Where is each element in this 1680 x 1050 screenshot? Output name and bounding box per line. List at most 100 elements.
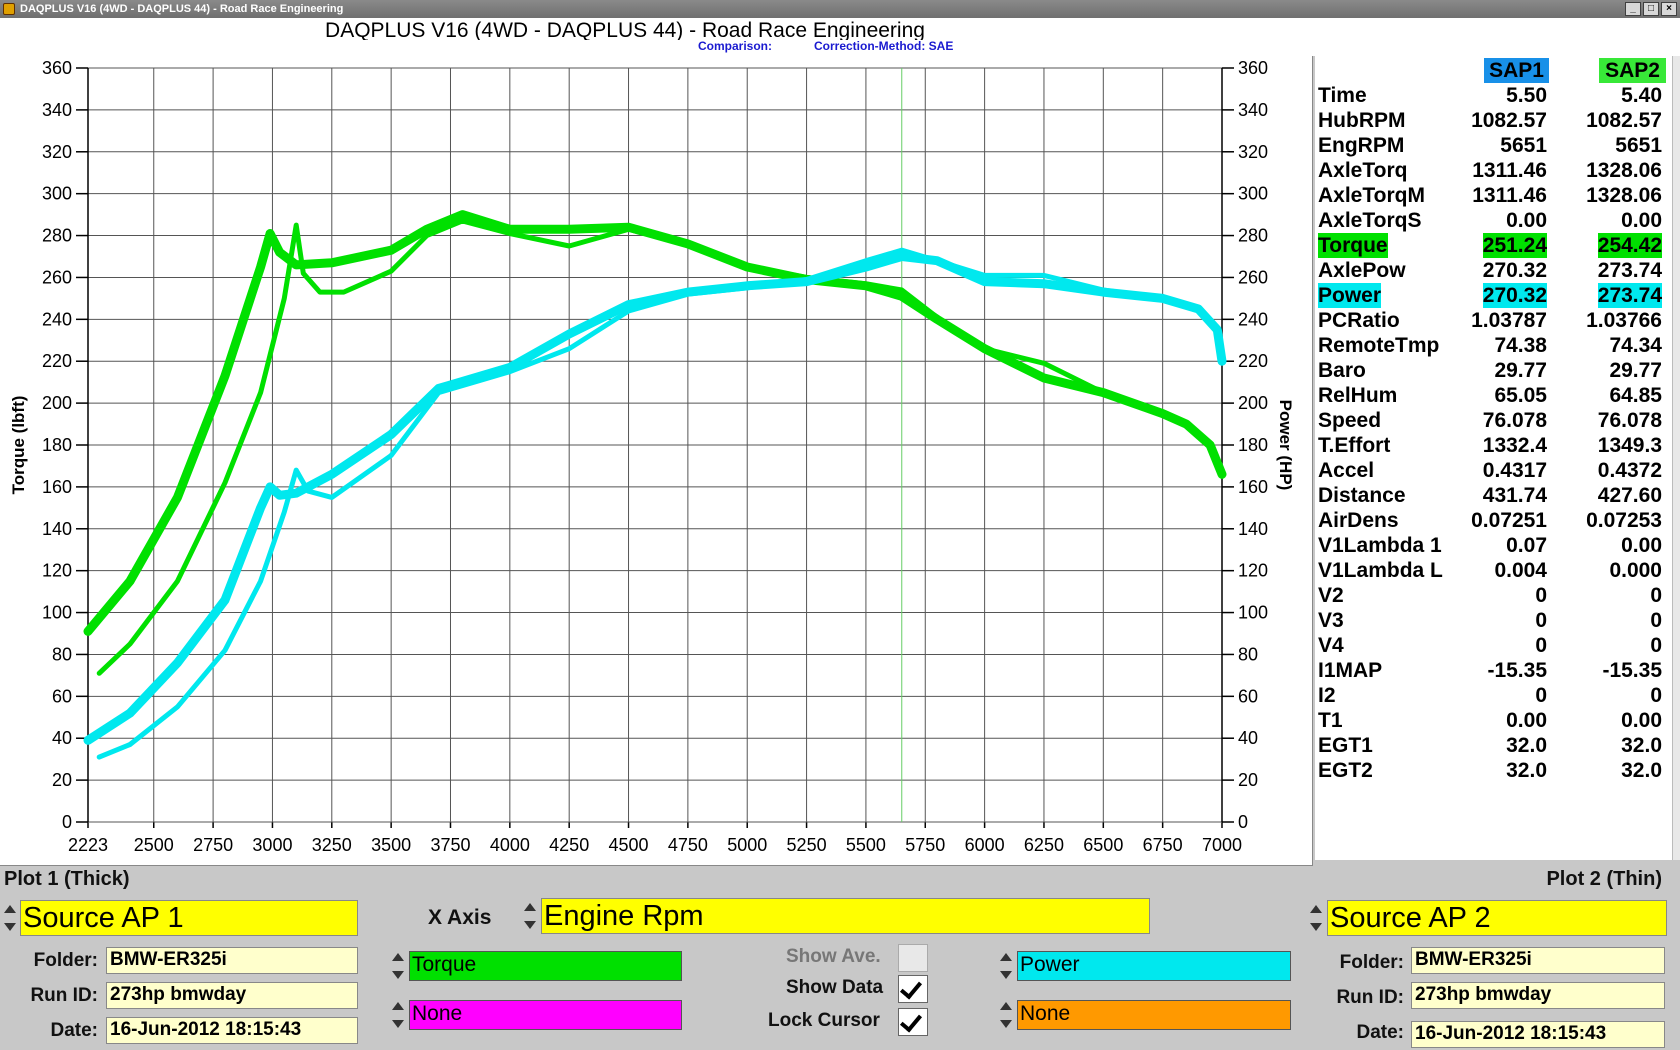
data-row-sap1-value: 1311.46 bbox=[1472, 159, 1547, 182]
sap1-header: SAP1 bbox=[1484, 58, 1549, 83]
data-row-label: AxlePow bbox=[1318, 259, 1406, 282]
y-tick-label-left: 140 bbox=[42, 519, 72, 539]
y-tick-label-left: 40 bbox=[52, 728, 72, 748]
data-row-sap2-value: 32.0 bbox=[1621, 759, 1662, 782]
x-tick-label: 6000 bbox=[965, 835, 1005, 855]
chan1a-spinner[interactable] bbox=[390, 950, 406, 982]
data-row-label: Accel bbox=[1318, 459, 1375, 482]
data-row-label: Torque bbox=[1318, 233, 1388, 258]
data-row: Accel 0.4317 0.4372 bbox=[1315, 458, 1680, 483]
plot1-channel1-select[interactable]: Torque bbox=[409, 951, 682, 981]
data-row-sap2-value: 1328.06 bbox=[1586, 159, 1662, 182]
plot2-channel2-select[interactable]: None bbox=[1017, 1000, 1291, 1030]
source2-field[interactable]: Source AP 2 bbox=[1327, 900, 1667, 936]
dyno-chart-panel[interactable]: 2223 2500 2750 3000 3250 3500 3750 4000 4250 4500… bbox=[0, 56, 1313, 866]
data-readout-panel: SAP1 SAP2 Time 5.50 5.40 HubRPM 1082.57 1082.… bbox=[1315, 56, 1680, 860]
x-tick-label: 3500 bbox=[371, 835, 411, 855]
y-tick-label-right: 280 bbox=[1238, 226, 1268, 246]
data-row: AxleTorqS 0.00 0.00 bbox=[1315, 208, 1680, 233]
data-row: V3 0 0 bbox=[1315, 608, 1680, 633]
y-tick-label-right: 220 bbox=[1238, 351, 1268, 371]
y-tick-label-right: 240 bbox=[1238, 309, 1268, 329]
data-row-sap2-value: 32.0 bbox=[1621, 734, 1662, 757]
source1-spinner[interactable] bbox=[2, 902, 18, 934]
y-axis-title-right: Power (HP) bbox=[1276, 400, 1295, 491]
y-tick-label-left: 60 bbox=[52, 686, 72, 706]
y-tick-label-left: 360 bbox=[42, 58, 72, 78]
data-row-sap1-value: 0.004 bbox=[1494, 559, 1547, 582]
folder-label-left: Folder: bbox=[33, 950, 98, 971]
source2-spinner[interactable] bbox=[1308, 902, 1324, 934]
data-row-sap1-value: 270.32 bbox=[1482, 283, 1547, 308]
data-row-sap2-value: 0 bbox=[1650, 609, 1662, 632]
x-tick-label: 3750 bbox=[430, 835, 470, 855]
minimize-button[interactable]: _ bbox=[1625, 2, 1641, 16]
data-row-sap1-value: 74.38 bbox=[1494, 334, 1547, 357]
report-header: DAQPLUS V16 (4WD - DAQPLUS 44) - Road Ra… bbox=[0, 18, 1680, 56]
dyno-chart[interactable]: 2223 2500 2750 3000 3250 3500 3750 4000 4250 4500… bbox=[0, 56, 1312, 864]
data-row-label: I1MAP bbox=[1318, 659, 1383, 682]
plot2-channel1-select[interactable]: Power bbox=[1017, 951, 1291, 981]
data-row-label: AirDens bbox=[1318, 509, 1399, 532]
source1-field[interactable]: Source AP 1 bbox=[20, 900, 358, 936]
data-row-label: Time bbox=[1318, 84, 1367, 107]
data-row: Distance 431.74 427.60 bbox=[1315, 483, 1680, 508]
data-row-sap2-value: 64.85 bbox=[1609, 384, 1662, 407]
power-plot1-line bbox=[83, 252, 1227, 745]
data-row-sap2-value: 427.60 bbox=[1597, 484, 1662, 507]
data-panel-scrollbar[interactable] bbox=[1672, 56, 1680, 860]
chan2a-spinner[interactable] bbox=[998, 950, 1014, 982]
data-row-label: HubRPM bbox=[1318, 109, 1406, 132]
y-tick-label-left: 0 bbox=[62, 812, 72, 832]
data-row-sap1-value: 0 bbox=[1535, 609, 1547, 632]
data-row-sap1-value: 32.0 bbox=[1506, 734, 1547, 757]
data-row: AxleTorq 1311.46 1328.06 bbox=[1315, 158, 1680, 183]
y-tick-label-left: 260 bbox=[42, 267, 72, 287]
data-row: Power 270.32 273.74 bbox=[1315, 283, 1680, 308]
folder-label-right: Folder: bbox=[1339, 952, 1404, 973]
data-row: Speed 76.078 76.078 bbox=[1315, 408, 1680, 433]
data-row-sap1-value: 1.03787 bbox=[1471, 309, 1547, 332]
data-row-label: AxleTorqM bbox=[1318, 184, 1425, 207]
show-data-checkbox[interactable] bbox=[898, 975, 928, 1003]
chan2b-spinner[interactable] bbox=[998, 999, 1014, 1031]
data-row-label: V1Lambda L bbox=[1318, 559, 1443, 582]
plot1-channel2-select[interactable]: None bbox=[409, 1000, 682, 1030]
data-row-sap2-value: 0 bbox=[1650, 634, 1662, 657]
data-row: V2 0 0 bbox=[1315, 583, 1680, 608]
x-tick-label: 3000 bbox=[252, 835, 292, 855]
data-row-sap1-value: 32.0 bbox=[1506, 759, 1547, 782]
date-value-right: 16-Jun-2012 18:15:43 bbox=[1411, 1021, 1665, 1048]
data-row-sap2-value: 1082.57 bbox=[1586, 109, 1662, 132]
data-row-sap1-value: 0.00 bbox=[1506, 709, 1547, 732]
y-tick-label-right: 0 bbox=[1238, 812, 1248, 832]
y-tick-label-right: 340 bbox=[1238, 100, 1268, 120]
y-tick-label-right: 180 bbox=[1238, 435, 1268, 455]
lock-cursor-checkbox[interactable] bbox=[898, 1008, 928, 1036]
x-tick-label: 4750 bbox=[668, 835, 708, 855]
data-row: RemoteTmp 74.38 74.34 bbox=[1315, 333, 1680, 358]
data-row-sap1-value: -15.35 bbox=[1487, 659, 1547, 682]
data-row-sap1-value: 0 bbox=[1535, 584, 1547, 607]
data-row-sap2-value: 1349.3 bbox=[1597, 434, 1662, 457]
data-row-label: Power bbox=[1318, 283, 1382, 308]
data-row-sap2-value: 5.40 bbox=[1621, 84, 1662, 107]
xaxis-spinner[interactable] bbox=[522, 900, 538, 932]
x-tick-label: 5750 bbox=[905, 835, 945, 855]
data-row-sap2-value: 254.42 bbox=[1597, 233, 1662, 258]
maximize-button[interactable]: □ bbox=[1643, 2, 1659, 16]
data-row-label: V1Lambda 1 bbox=[1318, 534, 1442, 557]
runid-value-right: 273hp bmwday bbox=[1411, 982, 1665, 1009]
data-row-sap1-value: 29.77 bbox=[1494, 359, 1547, 382]
y-tick-label-right: 100 bbox=[1238, 603, 1268, 623]
data-row-sap1-value: 5651 bbox=[1500, 134, 1547, 157]
y-tick-label-left: 220 bbox=[42, 351, 72, 371]
data-row-label: V2 bbox=[1318, 584, 1344, 607]
y-tick-label-left: 180 bbox=[42, 435, 72, 455]
chan1b-spinner[interactable] bbox=[390, 999, 406, 1031]
data-row-label: Speed bbox=[1318, 409, 1382, 432]
comparison-label: Comparison: bbox=[698, 39, 773, 53]
close-button[interactable]: × bbox=[1661, 2, 1677, 16]
show-ave-checkbox[interactable] bbox=[898, 944, 928, 972]
xaxis-field[interactable]: Engine Rpm bbox=[541, 898, 1150, 934]
